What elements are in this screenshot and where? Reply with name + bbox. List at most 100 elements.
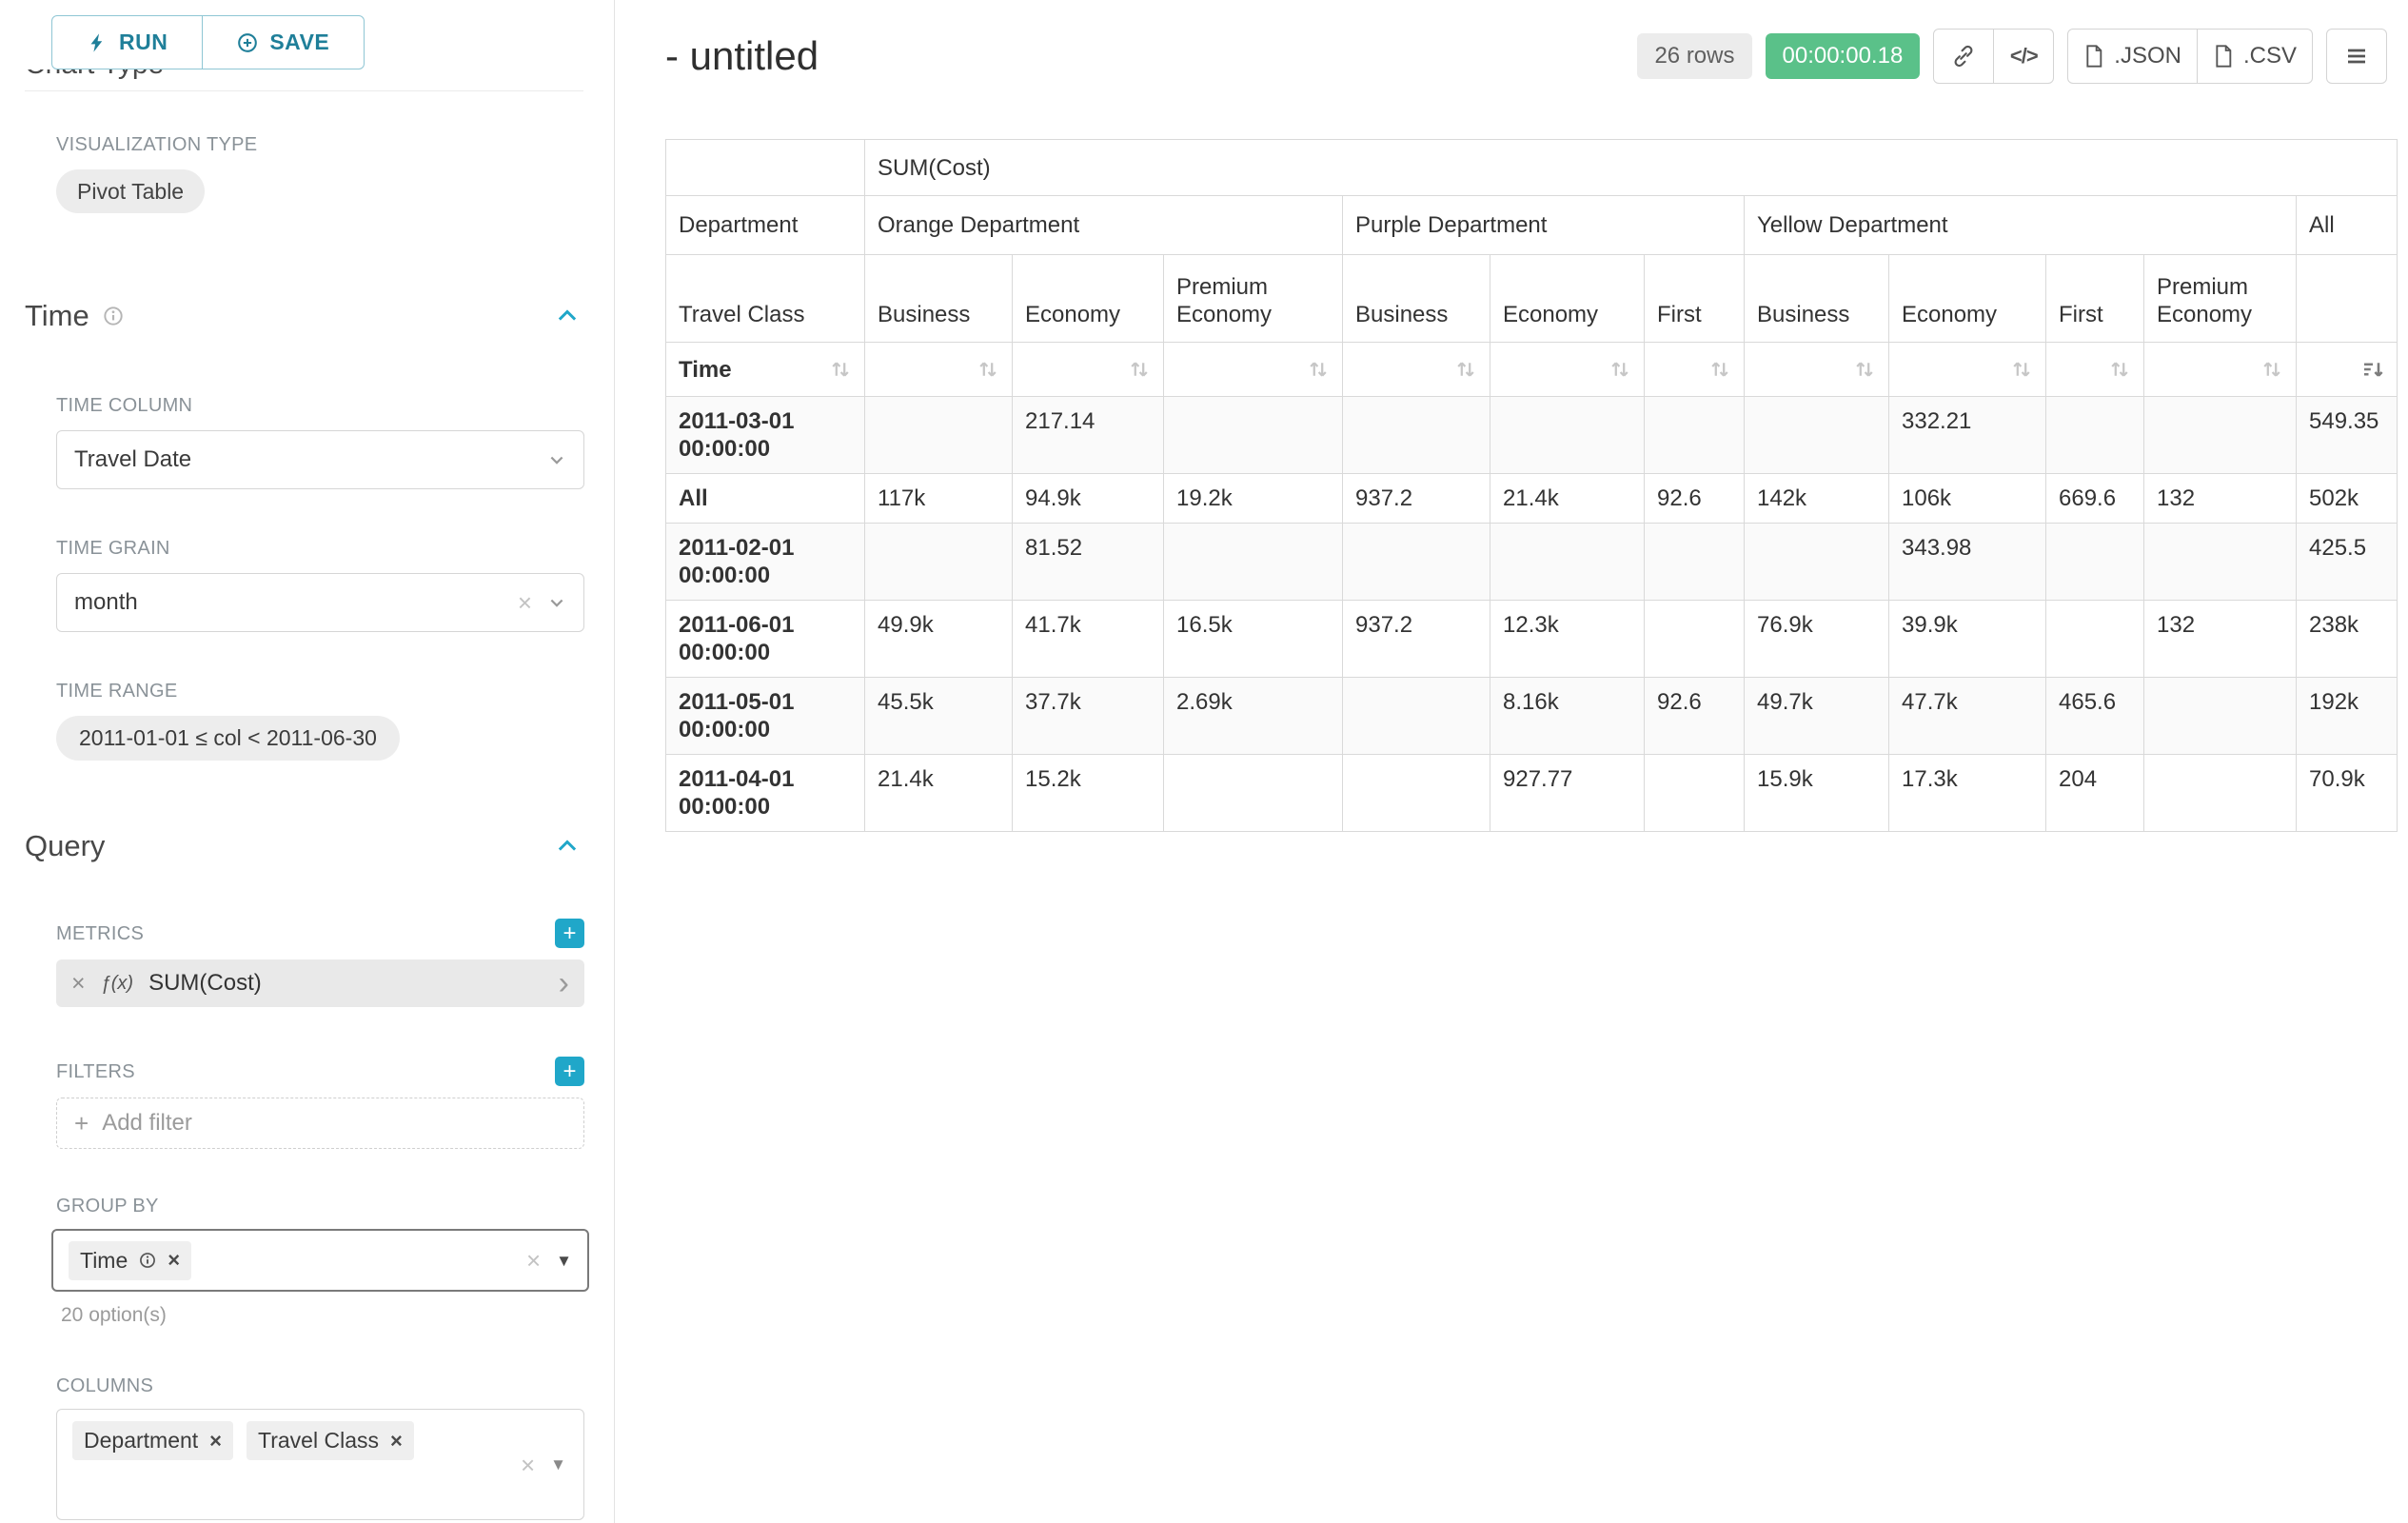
columns-select[interactable]: Department × Travel Class × × ▼ <box>56 1409 584 1520</box>
caret-right-icon[interactable]: › <box>559 967 569 999</box>
sort-icon <box>829 358 852 381</box>
row-count-badge: 26 rows <box>1637 33 1751 79</box>
collapse-chevron-up-icon[interactable] <box>555 834 580 859</box>
clear-icon[interactable]: × <box>521 1453 535 1477</box>
value-cell <box>1343 678 1490 755</box>
value-cell <box>1745 524 1889 601</box>
value-cell: 81.52 <box>1013 524 1164 601</box>
chevron-down-icon[interactable] <box>547 450 566 469</box>
plus-icon: + <box>563 922 576 945</box>
sort-icon <box>977 358 999 381</box>
time-range-value[interactable]: 2011-01-01 ≤ col < 2011-06-30 <box>56 716 400 761</box>
dropdown-caret-icon[interactable]: ▼ <box>556 1253 572 1269</box>
column-sort-cell[interactable] <box>1343 343 1490 397</box>
add-metric-button[interactable]: + <box>555 919 584 948</box>
save-button[interactable]: SAVE <box>202 15 365 69</box>
collapse-chevron-up-icon[interactable] <box>555 304 580 328</box>
select-tag[interactable]: Department × <box>72 1421 233 1460</box>
pivot-tbody: 2011-03-01 00:00:00217.14332.21549.35All… <box>666 397 2398 832</box>
value-cell: 204 <box>2046 755 2144 832</box>
value-cell: 21.4k <box>865 755 1013 832</box>
column-sort-cell[interactable] <box>1013 343 1164 397</box>
metrics-field: METRICS + × ƒ(x) SUM(Cost) › <box>25 919 583 1007</box>
column-sort-cell[interactable] <box>865 343 1013 397</box>
pivot-row: 2011-02-01 00:00:0081.52343.98425.5 <box>666 524 2398 601</box>
export-csv-button[interactable]: .CSV <box>2197 29 2313 84</box>
travel-class-header: Economy <box>1490 255 1645 343</box>
value-cell: 37.7k <box>1013 678 1164 755</box>
menu-button-group <box>2326 29 2387 84</box>
plus-icon: + <box>74 1111 89 1136</box>
time-section-header[interactable]: Time <box>25 297 583 335</box>
column-sort-cell[interactable] <box>1645 343 1745 397</box>
corner-empty-cell <box>666 140 865 196</box>
column-sort-cell[interactable] <box>1164 343 1343 397</box>
export-json-button[interactable]: .JSON <box>2067 29 2198 84</box>
metric-header-cell: SUM(Cost) <box>865 140 2398 196</box>
column-sort-cell[interactable] <box>2144 343 2297 397</box>
select-tag[interactable]: Travel Class × <box>247 1421 414 1460</box>
time-sort-cell[interactable]: Time <box>666 343 865 397</box>
value-cell <box>1164 524 1343 601</box>
value-cell: 15.9k <box>1745 755 1889 832</box>
copy-link-button[interactable] <box>1933 29 1994 84</box>
group-by-label: GROUP BY <box>56 1195 583 1217</box>
clear-icon[interactable]: × <box>518 590 532 615</box>
column-sort-cell[interactable] <box>1889 343 2046 397</box>
add-filter-dropzone[interactable]: + Add filter <box>56 1098 584 1149</box>
value-cell: 549.35 <box>2297 397 2398 474</box>
value-cell: 465.6 <box>2046 678 2144 755</box>
time-range-label: TIME RANGE <box>56 680 583 702</box>
column-sort-cell[interactable] <box>1745 343 1889 397</box>
chart-title[interactable]: - untitled <box>665 32 819 80</box>
sort-icon <box>1708 358 1731 381</box>
link-icon <box>1951 44 1976 69</box>
run-button[interactable]: RUN <box>51 15 203 69</box>
metrics-label: METRICS <box>56 922 144 945</box>
run-save-bar: RUN SAVE <box>0 0 614 69</box>
value-cell: 19.2k <box>1164 474 1343 524</box>
time-column-select[interactable]: Travel Date <box>56 430 584 489</box>
select-tag[interactable]: Time× <box>69 1241 191 1280</box>
column-sort-cell[interactable] <box>2046 343 2144 397</box>
embed-code-button[interactable]: </> <box>1993 29 2054 84</box>
query-section-header[interactable]: Query <box>25 827 583 865</box>
chevron-down-icon[interactable] <box>547 593 566 612</box>
all-sort-cell-active[interactable] <box>2297 343 2398 397</box>
metric-item[interactable]: × ƒ(x) SUM(Cost) › <box>56 959 584 1007</box>
tag-remove-icon[interactable]: × <box>168 1250 180 1271</box>
group-by-select[interactable]: Time× × ▼ <box>51 1229 589 1292</box>
add-filter-plus-button[interactable]: + <box>555 1057 584 1086</box>
time-grain-select[interactable]: month × <box>56 573 584 632</box>
tag-remove-icon[interactable]: × <box>209 1431 222 1452</box>
column-sort-cell[interactable] <box>1490 343 1645 397</box>
time-range-field: TIME RANGE 2011-01-01 ≤ col < 2011-06-30 <box>25 680 583 761</box>
remove-metric-icon[interactable]: × <box>71 972 86 996</box>
more-options-button[interactable] <box>2326 29 2387 84</box>
tag-label: Travel Class <box>258 1428 379 1454</box>
value-cell: 192k <box>2297 678 2398 755</box>
code-icon: </> <box>2010 44 2038 69</box>
value-cell: 2.69k <box>1164 678 1343 755</box>
all-column-empty-header <box>2297 255 2398 343</box>
chart-panel: - untitled 26 rows 00:00:00.18 </> <box>615 0 2408 1523</box>
bolt-icon <box>87 32 108 53</box>
pivot-row: 2011-04-01 00:00:0021.4k15.2k927.7715.9k… <box>666 755 2398 832</box>
add-filter-placeholder: Add filter <box>102 1110 192 1137</box>
value-cell: 49.7k <box>1745 678 1889 755</box>
dropdown-caret-icon[interactable]: ▼ <box>550 1456 566 1473</box>
department-group-header: Yellow Department <box>1745 196 2297 255</box>
tag-remove-icon[interactable]: × <box>390 1431 403 1452</box>
clear-icon[interactable]: × <box>526 1248 541 1273</box>
value-cell <box>1745 397 1889 474</box>
value-cell: 94.9k <box>1013 474 1164 524</box>
value-cell: 17.3k <box>1889 755 2046 832</box>
sort-icon <box>1128 358 1151 381</box>
control-panel-scroll[interactable]: Chart Type VISUALIZATION TYPE Pivot Tabl… <box>0 0 614 1523</box>
pivot-row: All117k94.9k19.2k937.221.4k92.6142k106k6… <box>666 474 2398 524</box>
tag-label: Department <box>84 1428 198 1454</box>
value-cell <box>1164 755 1343 832</box>
visualization-type-value[interactable]: Pivot Table <box>56 169 205 213</box>
value-cell: 45.5k <box>865 678 1013 755</box>
time-column-value: Travel Date <box>74 446 191 473</box>
